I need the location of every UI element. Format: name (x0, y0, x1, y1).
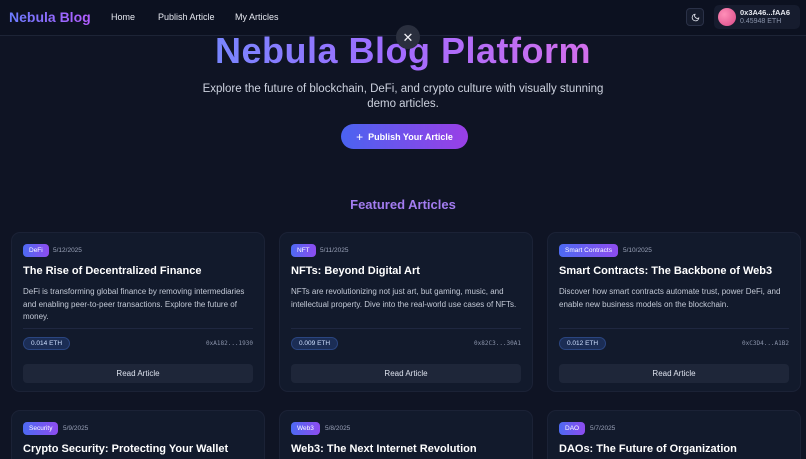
article-card: Web3 5/8/2025 Web3: The Next Internet Re… (279, 410, 533, 459)
category-tag[interactable]: DeFi (23, 244, 49, 257)
brand-logo[interactable]: Nebula Blog (9, 9, 91, 25)
category-tag[interactable]: DAO (559, 422, 586, 435)
article-title[interactable]: The Rise of Decentralized Finance (23, 265, 202, 277)
nav-link-home[interactable]: Home (111, 12, 135, 22)
article-card: Security 5/9/2025 Crypto Security: Prote… (11, 410, 265, 459)
price-badge: 0.012 ETH (559, 337, 607, 350)
theme-toggle-button[interactable] (686, 8, 704, 26)
read-article-button[interactable]: Read Article (23, 364, 253, 383)
section-title: Featured Articles (350, 197, 456, 212)
author-address: 0xC3D4...A1B2 (742, 340, 789, 347)
article-excerpt: DeFi is transforming global finance by r… (23, 287, 245, 321)
article-title[interactable]: Crypto Security: Protecting Your Wallet (23, 443, 228, 455)
article-excerpt: Discover how smart contracts automate tr… (559, 287, 781, 309)
article-card: NFT 5/11/2025 NFTs: Beyond Digital Art N… (279, 232, 533, 392)
article-date: 5/9/2025 (63, 425, 89, 432)
hero-subtitle: Explore the future of blockchain, DeFi, … (202, 83, 604, 110)
wallet-button[interactable]: 0x3A46...fAA6 0.45948 ETH (714, 5, 800, 29)
author-address: 0x82C3...30A1 (474, 340, 521, 347)
article-date: 5/10/2025 (623, 247, 652, 254)
avatar (718, 8, 736, 26)
wallet-balance: 0.45948 ETH (740, 18, 782, 25)
moon-icon (691, 13, 699, 21)
article-title[interactable]: Web3: The Next Internet Revolution (291, 443, 477, 455)
article-date: 5/8/2025 (325, 425, 351, 432)
read-article-button[interactable]: Read Article (559, 364, 789, 383)
nav-link-publish[interactable]: Publish Article (158, 12, 215, 22)
close-icon: ✕ (402, 29, 414, 45)
divider (559, 328, 789, 329)
publish-article-button[interactable]: + Publish Your Article (341, 124, 468, 149)
price-badge: 0.014 ETH (23, 337, 71, 350)
article-title[interactable]: Smart Contracts: The Backbone of Web3 (559, 265, 772, 277)
article-card: DeFi 5/12/2025 The Rise of Decentralized… (11, 232, 265, 392)
divider (23, 328, 253, 329)
article-date: 5/7/2025 (590, 425, 616, 432)
article-card: DAO 5/7/2025 DAOs: The Future of Organiz… (547, 410, 801, 459)
article-title[interactable]: DAOs: The Future of Organization (559, 443, 737, 455)
publish-article-label: Publish Your Article (368, 131, 453, 142)
divider (291, 328, 521, 329)
article-card: Smart Contracts 5/10/2025 Smart Contract… (547, 232, 801, 392)
nav-link-my-articles[interactable]: My Articles (235, 12, 279, 22)
read-article-button[interactable]: Read Article (291, 364, 521, 383)
plus-icon: + (356, 129, 364, 144)
wallet-address: 0x3A46...fAA6 (740, 8, 791, 17)
article-date: 5/11/2025 (320, 247, 349, 254)
category-tag[interactable]: Security (23, 422, 59, 435)
category-tag[interactable]: Smart Contracts (559, 244, 618, 257)
article-title[interactable]: NFTs: Beyond Digital Art (291, 265, 420, 277)
author-address: 0xA182...1930 (206, 340, 253, 347)
price-badge: 0.009 ETH (291, 337, 339, 350)
category-tag[interactable]: Web3 (291, 422, 320, 435)
article-excerpt: NFTs are revolutionizing not just art, b… (291, 287, 517, 309)
article-date: 5/12/2025 (53, 247, 82, 254)
category-tag[interactable]: NFT (291, 244, 316, 257)
close-button[interactable]: ✕ (396, 25, 420, 49)
